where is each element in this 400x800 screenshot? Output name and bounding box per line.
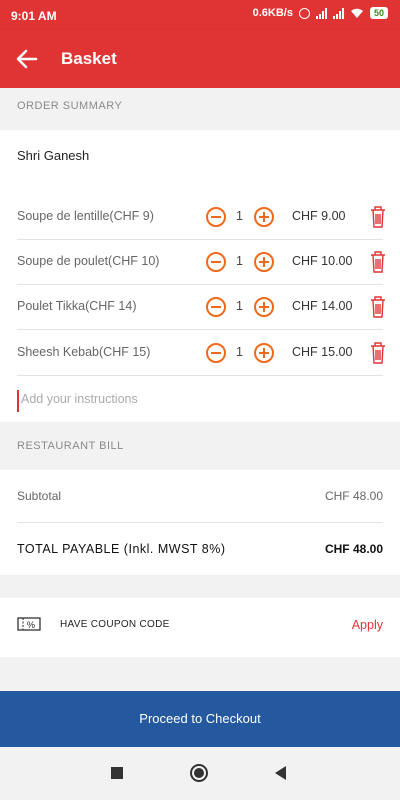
proceed-to-checkout-button[interactable]: Proceed to Checkout [0, 691, 400, 747]
item-quantity: 1 [236, 299, 243, 313]
wifi-icon [350, 8, 363, 18]
restaurant-name: Shri Ganesh [17, 148, 90, 163]
increase-quantity-button[interactable] [254, 252, 274, 272]
battery-icon: 50 [369, 7, 388, 19]
item-price: CHF 15.00 [292, 345, 353, 359]
item-quantity: 1 [236, 209, 243, 223]
subtotal-label: Subtotal [17, 489, 62, 503]
restaurant-bill-header: RESTAURANT BILL [0, 422, 400, 470]
increase-quantity-button[interactable] [254, 343, 274, 363]
item-name: Soupe de lentille(CHF 9) [17, 209, 154, 223]
basket-item: Soupe de poulet(CHF 10) 1 CHF 10.00 [0, 240, 400, 285]
apply-coupon-button[interactable]: Apply [352, 618, 383, 632]
coupon-percent-icon: % [17, 617, 41, 631]
app-bar: Basket [0, 30, 400, 88]
item-price: CHF 14.00 [292, 299, 353, 313]
status-time: 9:01 AM [11, 9, 57, 23]
row-divider [17, 375, 383, 376]
total-row: TOTAL PAYABLE (Inkl. MWST 8%) CHF 48.00 [0, 526, 400, 572]
recents-icon[interactable] [111, 767, 123, 779]
trash-icon[interactable] [369, 205, 387, 229]
decrease-quantity-button[interactable] [206, 343, 226, 363]
network-speed: 0.6KB/s [252, 7, 293, 19]
item-name: Soupe de poulet(CHF 10) [17, 254, 160, 268]
order-summary-header: ORDER SUMMARY [0, 88, 400, 130]
signal-icon [315, 7, 327, 19]
restaurant-bill-label: RESTAURANT BILL [17, 440, 124, 452]
svg-text:%: % [27, 620, 35, 630]
increase-quantity-button[interactable] [254, 207, 274, 227]
decrease-quantity-button[interactable] [206, 252, 226, 272]
total-value: CHF 48.00 [324, 542, 383, 556]
basket-item: Soupe de lentille(CHF 9) 1 CHF 9.00 [0, 195, 400, 240]
signal-icon-2 [332, 7, 344, 19]
item-quantity: 1 [236, 254, 243, 268]
alarm-icon [298, 7, 310, 19]
trash-icon[interactable] [369, 295, 387, 319]
subtotal-value: CHF 48.00 [324, 489, 383, 503]
arrow-left-icon[interactable] [14, 46, 42, 72]
total-label: TOTAL PAYABLE (Inkl. MWST 8%) [17, 542, 226, 556]
subtotal-row: Subtotal CHF 48.00 [0, 473, 400, 519]
item-price: CHF 9.00 [292, 209, 346, 223]
item-name: Sheesh Kebab(CHF 15) [17, 345, 151, 359]
item-quantity: 1 [236, 345, 243, 359]
decrease-quantity-button[interactable] [206, 207, 226, 227]
coupon-label: HAVE COUPON CODE [60, 619, 170, 630]
basket-item: Sheesh Kebab(CHF 15) 1 CHF 15.00 [0, 331, 400, 376]
basket-item: Poulet Tikka(CHF 14) 1 CHF 14.00 [0, 285, 400, 330]
back-triangle-icon[interactable] [275, 766, 286, 780]
order-summary-label: ORDER SUMMARY [17, 100, 123, 112]
item-price: CHF 10.00 [292, 254, 353, 268]
item-name: Poulet Tikka(CHF 14) [17, 299, 137, 313]
row-divider [17, 329, 383, 330]
decrease-quantity-button[interactable] [206, 297, 226, 317]
system-nav-bar [0, 747, 400, 800]
status-bar: 9:01 AM 0.6KB/s 50 [0, 0, 400, 30]
trash-icon[interactable] [369, 341, 387, 365]
trash-icon[interactable] [369, 250, 387, 274]
page-title: Basket [61, 49, 117, 68]
status-indicators: 0.6KB/s 50 [253, 7, 388, 19]
increase-quantity-button[interactable] [254, 297, 274, 317]
instructions-input[interactable]: Add your instructions [17, 390, 377, 412]
home-icon[interactable] [190, 764, 208, 782]
bill-divider [17, 522, 383, 523]
